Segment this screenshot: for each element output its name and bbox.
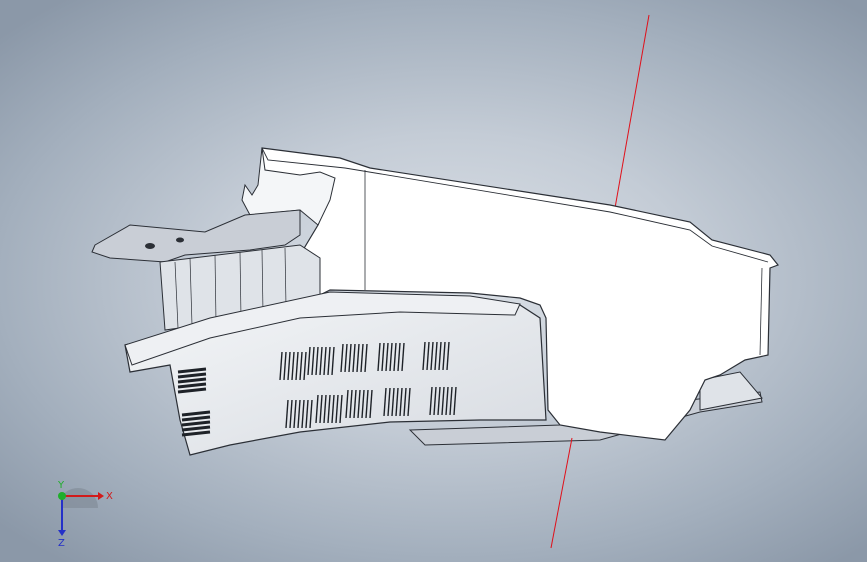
bracket-hole [176, 237, 184, 243]
triad-sphere [62, 488, 98, 508]
model-view[interactable] [0, 0, 867, 562]
z-arrowhead-icon [58, 530, 66, 536]
x-arrowhead-icon [98, 492, 104, 500]
orientation-triad[interactable]: X Y Z [40, 478, 120, 548]
y-axis-dot-icon [58, 492, 66, 500]
x-axis-label: X [106, 491, 113, 502]
graphics-viewport[interactable]: X Y Z [0, 0, 867, 562]
z-axis-label: Z [58, 538, 65, 548]
bracket-hole [145, 243, 155, 249]
reference-axis-lower [550, 437, 573, 549]
reference-axis-upper [614, 14, 650, 209]
y-axis-label: Y [57, 480, 65, 491]
